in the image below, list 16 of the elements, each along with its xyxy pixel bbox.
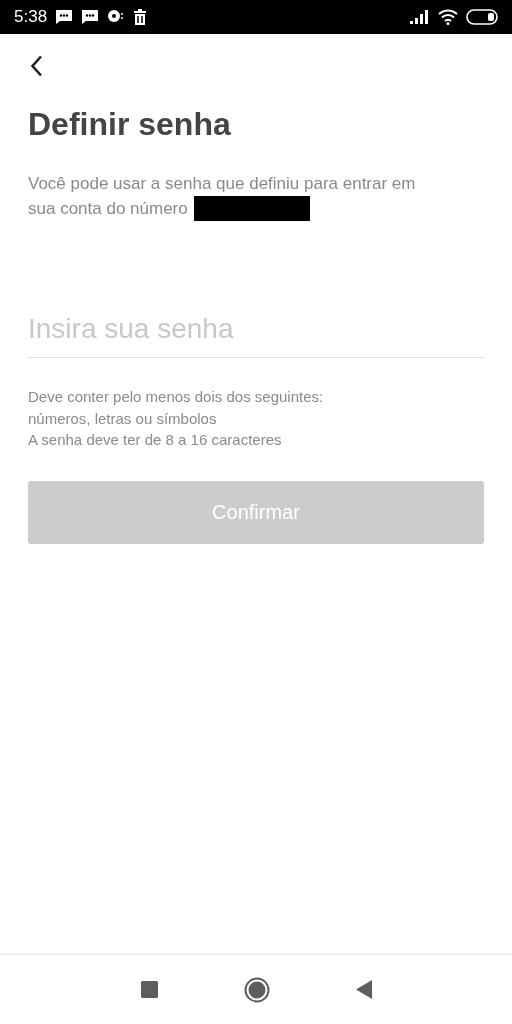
home-button[interactable] <box>243 976 270 1003</box>
recent-apps-button[interactable] <box>140 981 158 998</box>
clock: 5:38 <box>14 7 48 27</box>
chevron-left-icon <box>29 55 43 77</box>
message-icon <box>55 9 74 25</box>
signal-icon <box>410 10 430 24</box>
description-text: Você pode usar a senha que definiu para entrar em sua conta do número <box>28 171 433 221</box>
page-title: Definir senha <box>28 106 232 143</box>
chat-bubble-icon <box>107 9 126 25</box>
hint-text: A senha deve ter de 8 a 16 caracteres <box>28 430 283 450</box>
battery-icon <box>466 9 498 25</box>
wifi-icon <box>438 9 458 25</box>
hint-text: Deve conter pelo menos dois dos seguintes: números, letras ou símbolos <box>28 387 325 429</box>
trash-icon <box>133 9 148 25</box>
back-nav-button[interactable] <box>355 980 372 999</box>
message-icon <box>81 9 100 25</box>
